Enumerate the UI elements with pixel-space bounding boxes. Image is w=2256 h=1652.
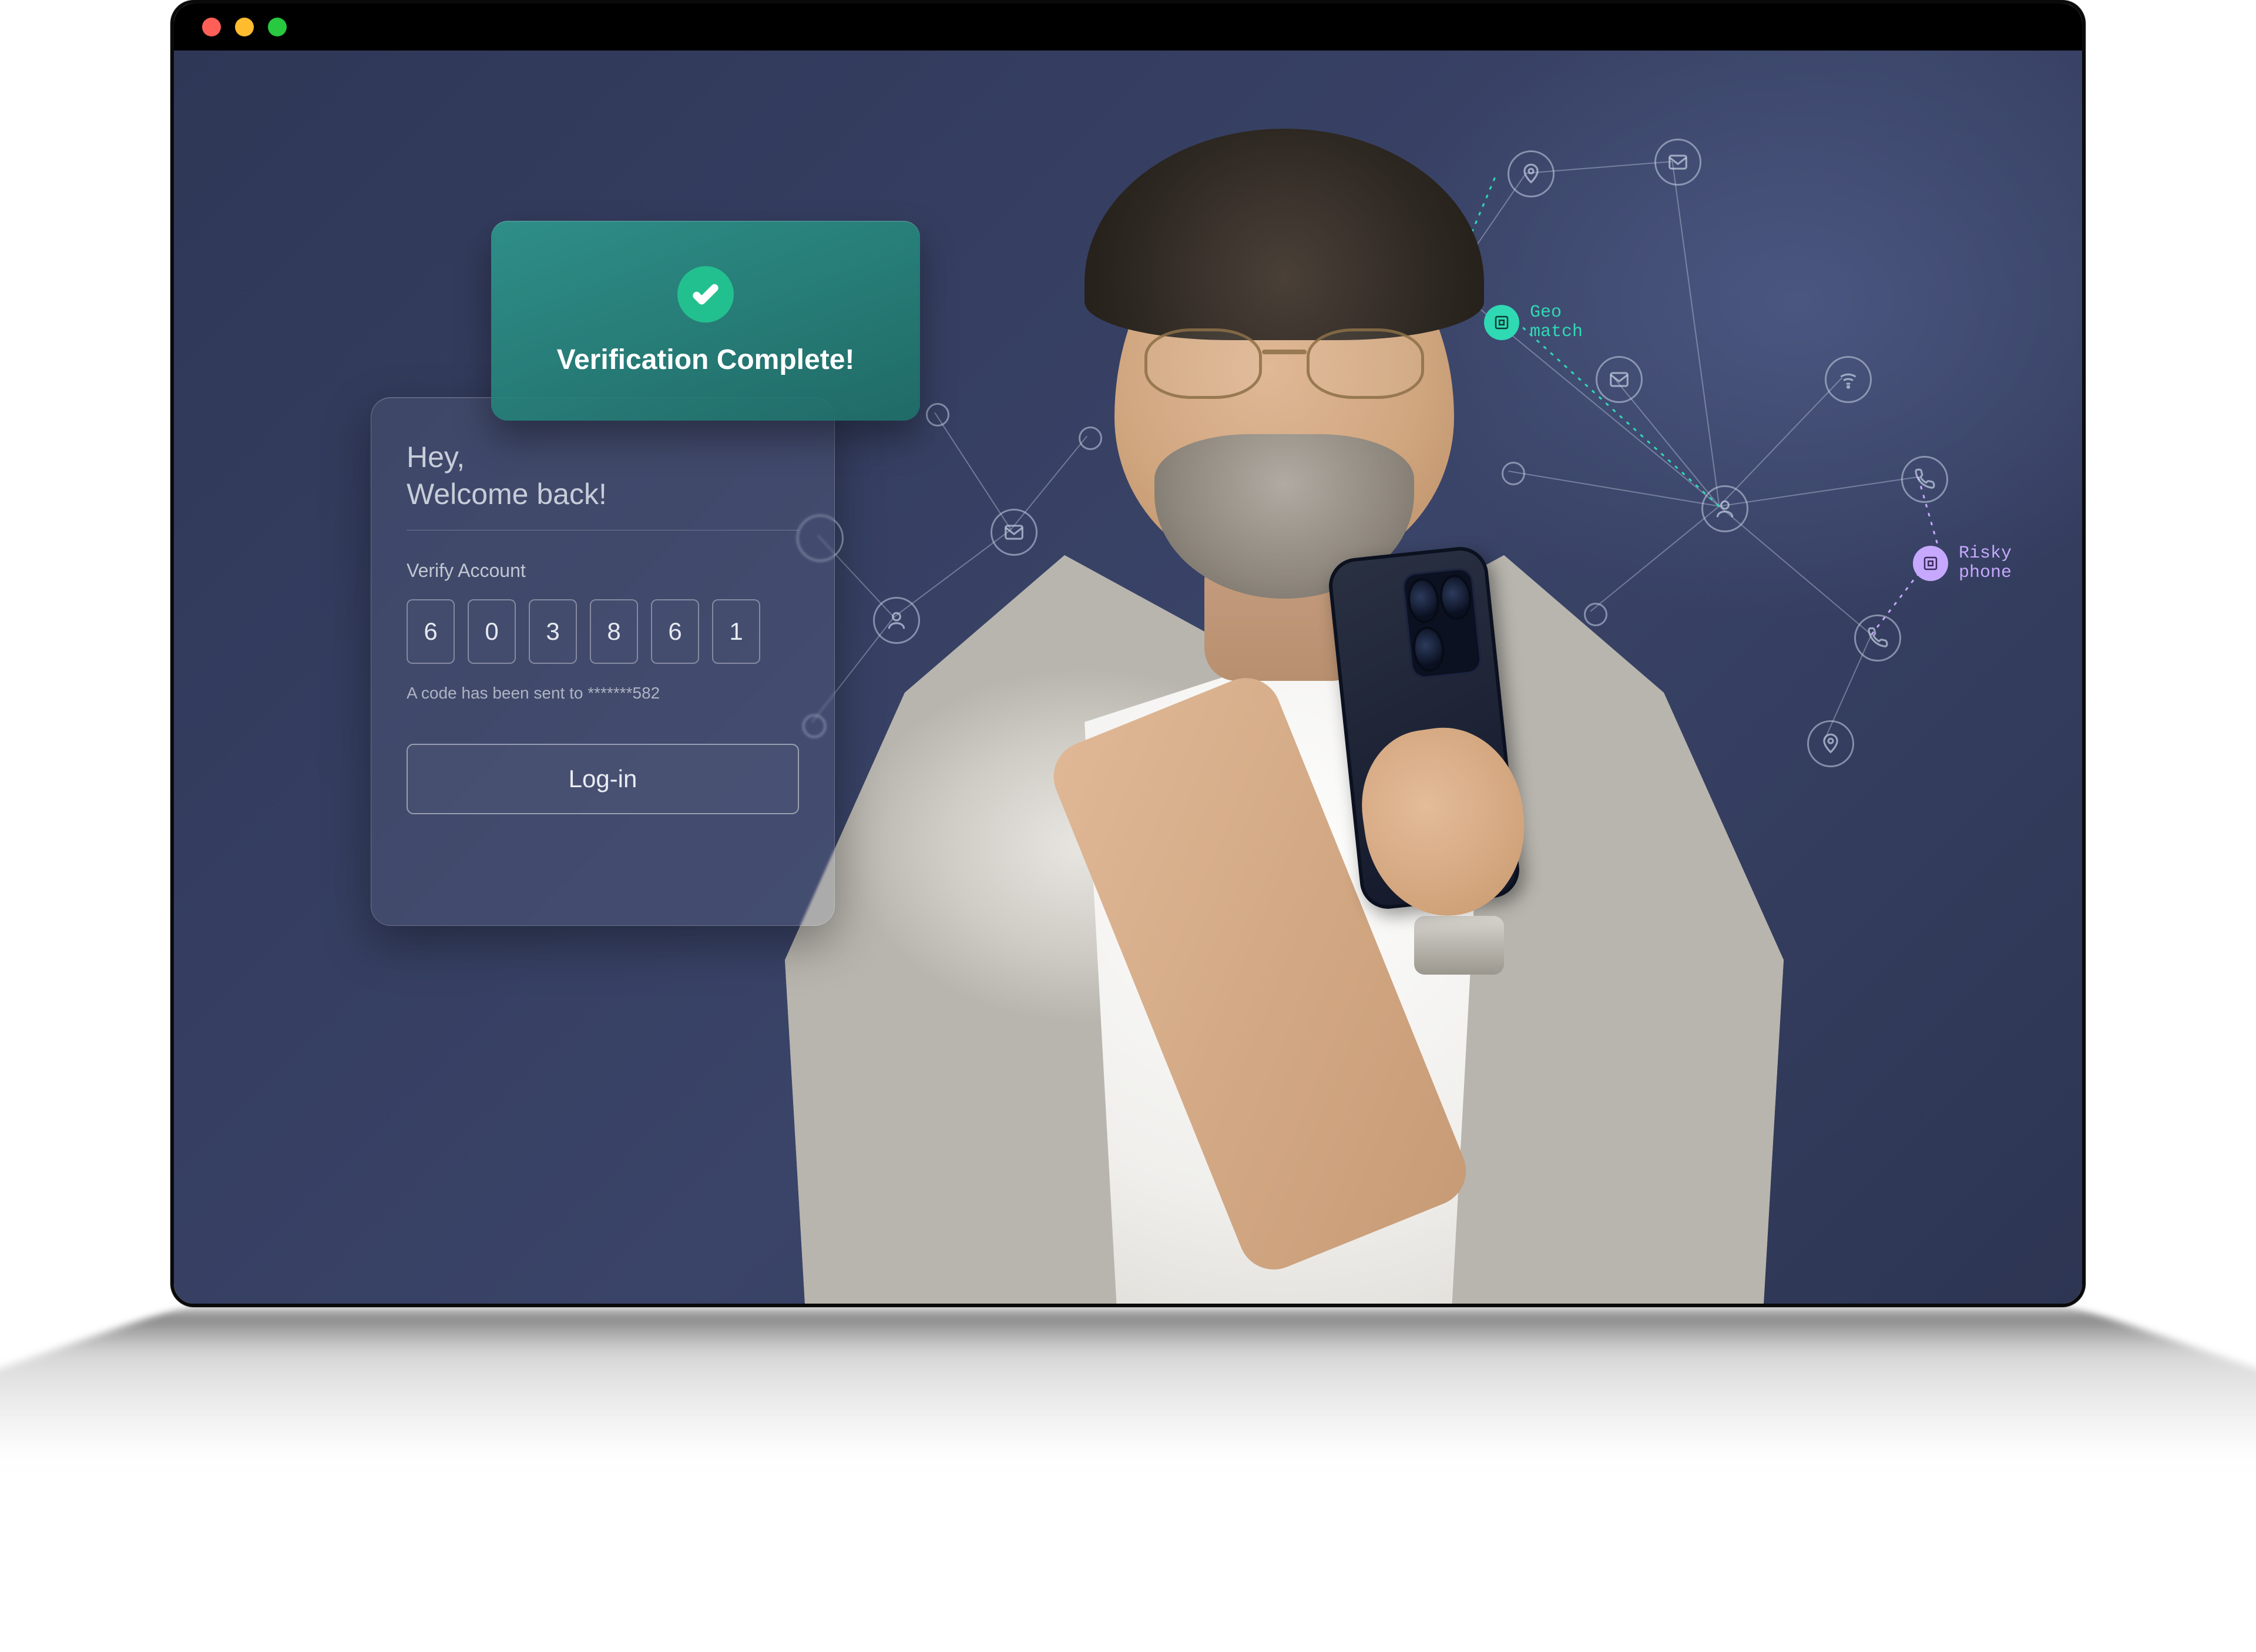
window-minimize-button[interactable] [235, 18, 254, 36]
window-titlebar [174, 4, 2082, 51]
otp-digit-4[interactable]: 8 [590, 599, 638, 664]
otp-digit-6[interactable]: 1 [712, 599, 760, 664]
window-shadow [0, 1310, 2256, 1470]
window-maximize-button[interactable] [268, 18, 287, 36]
person-illustration [785, 129, 1784, 1304]
wristwatch [1414, 916, 1504, 975]
greeting-text: Hey, Welcome back! [407, 439, 799, 512]
otp-digit-5[interactable]: 6 [651, 599, 699, 664]
verify-label: Verify Account [407, 560, 799, 582]
otp-digit-1[interactable]: 6 [407, 599, 455, 664]
otp-row: 6 0 3 8 6 1 [407, 599, 799, 664]
otp-digit-3[interactable]: 3 [529, 599, 577, 664]
browser-window: Geo match Risky phone [170, 0, 2086, 1307]
code-sent-hint: A code has been sent to *******582 [407, 684, 799, 703]
checkmark-icon [677, 266, 734, 323]
person-hair [1085, 129, 1484, 340]
window-close-button[interactable] [202, 18, 221, 36]
login-card: Hey, Welcome back! Verify Account 6 0 3 … [371, 397, 835, 926]
login-button[interactable]: Log-in [407, 744, 799, 814]
verification-title: Verification Complete! [557, 344, 855, 376]
greeting-line1: Hey, [407, 441, 465, 474]
otp-digit-2[interactable]: 0 [468, 599, 516, 664]
hero-scene: Geo match Risky phone [174, 51, 2082, 1304]
verification-toast: Verification Complete! [491, 221, 920, 421]
phone-camera-cluster [1402, 567, 1483, 680]
greeting-line2: Welcome back! [407, 478, 607, 511]
glasses-icon [1144, 328, 1424, 399]
